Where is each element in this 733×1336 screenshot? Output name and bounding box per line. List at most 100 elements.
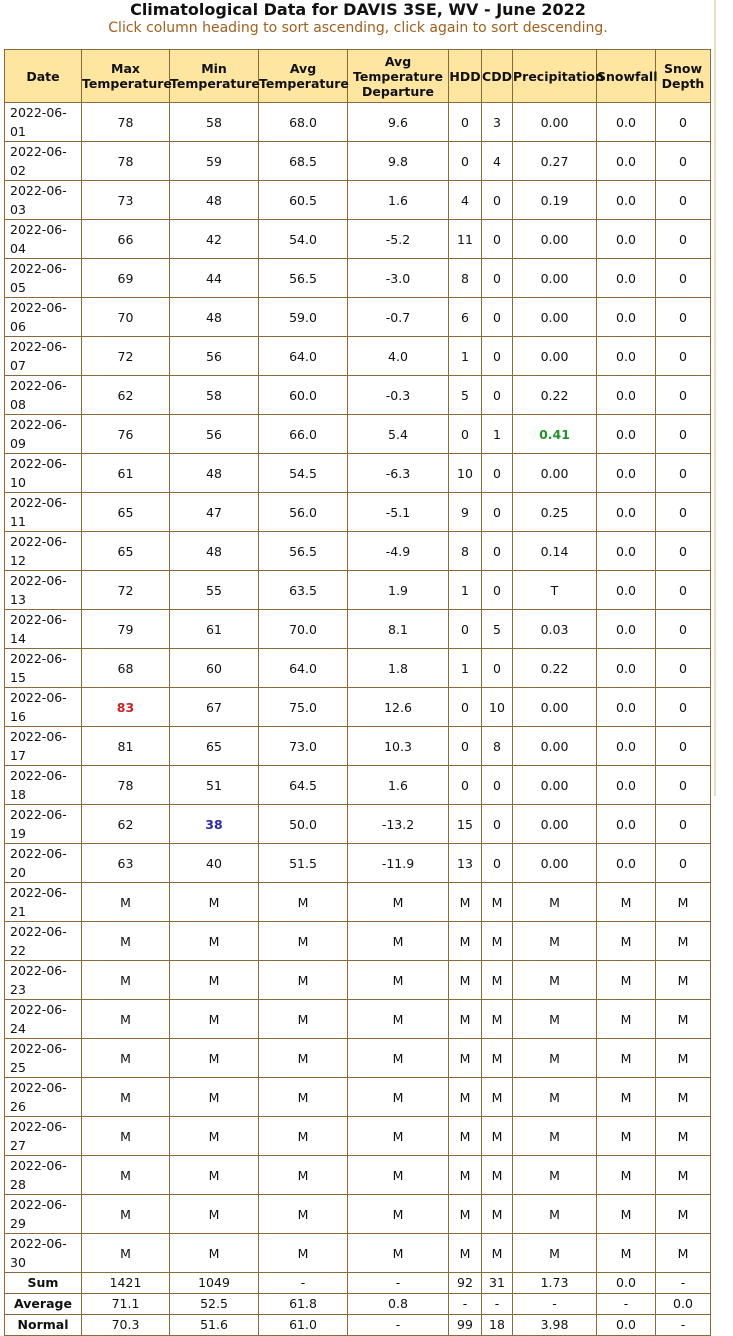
cell-avg-temperature-departure: M <box>347 1038 449 1078</box>
cell-avg-temperature: M <box>258 1233 348 1273</box>
cell-avg-temperature-departure: 5.4 <box>347 414 449 454</box>
cell-date: 2022-06-23 <box>4 960 82 1000</box>
cell-avg-temperature: M <box>258 1038 348 1078</box>
cell-hdd: M <box>448 1038 482 1078</box>
column-header-avg-temperature-departure[interactable]: Avg Temperature Departure <box>347 49 449 103</box>
cell-hdd: 1 <box>448 570 482 610</box>
cell-avg-temperature-departure: -4.9 <box>347 531 449 571</box>
cell-max-temperature: M <box>81 1038 170 1078</box>
column-header-hdd[interactable]: HDD <box>448 49 482 103</box>
cell-precipitation: M <box>512 1116 597 1156</box>
cell-avg-temperature-departure: 12.6 <box>347 687 449 727</box>
cell-date: 2022-06-02 <box>4 141 82 181</box>
cell-snow-depth: 0 <box>655 492 711 532</box>
cell-snow-depth: 0 <box>655 726 711 766</box>
normal-row: Normal 70.3 51.6 61.0-99 18 3.98 0.0- <box>4 1313 711 1336</box>
column-header-line: Snow <box>663 61 703 76</box>
column-header-cdd[interactable]: CDD <box>481 49 513 103</box>
climate-table: Date Max Temperature Min Temperature Avg Tempe… <box>4 49 711 1336</box>
cell-snowfall: 0.0 <box>596 648 656 688</box>
cell-cdd: 8 <box>481 726 513 766</box>
cell-hdd: 6 <box>448 297 482 337</box>
cell-snow-depth: M <box>655 1233 711 1273</box>
cell-max-temperature: 72 <box>81 570 170 610</box>
table-row: 2022-06-25 M M M M M M M M M <box>4 1038 711 1078</box>
cell-precipitation: 0.00 <box>512 219 597 259</box>
cell-avg-temperature-departure: M <box>347 921 449 961</box>
cell-precipitation: M <box>512 882 597 922</box>
cell-precipitation: 0.00 <box>512 765 597 805</box>
cell-cdd: 0 <box>481 180 513 220</box>
cell-cdd: M <box>481 882 513 922</box>
cell-snowfall: M <box>596 1077 656 1117</box>
cell-avg-temperature: 73.0 <box>258 726 348 766</box>
summary-cell-max-temperature: 70.3 <box>81 1313 170 1336</box>
cell-date: 2022-06-01 <box>4 102 82 142</box>
cell-hdd: 0 <box>448 609 482 649</box>
cell-snow-depth: M <box>655 999 711 1039</box>
cell-snow-depth: 0 <box>655 609 711 649</box>
cell-precipitation: M <box>512 1077 597 1117</box>
cell-min-temperature: M <box>169 1116 259 1156</box>
cell-avg-temperature-departure: M <box>347 960 449 1000</box>
cell-cdd: M <box>481 1194 513 1234</box>
cell-snowfall: M <box>596 1155 656 1195</box>
cell-avg-temperature-departure: -3.0 <box>347 258 449 298</box>
cell-min-temperature: 48 <box>169 531 259 571</box>
summary-cell-min-temperature: 52.5 <box>169 1292 259 1315</box>
column-header-line: Departure <box>362 83 434 99</box>
column-header-date[interactable]: Date <box>4 49 82 103</box>
cell-cdd: M <box>481 1077 513 1117</box>
table-row: 2022-06-07 72 56 64.0 4.0 1 0 0.00 0.0 0 <box>4 336 711 376</box>
cell-snowfall: 0.0 <box>596 531 656 571</box>
column-header-avg-temperature[interactable]: Avg Temperature <box>258 49 349 103</box>
summary-cell-hdd: 92 <box>448 1272 482 1294</box>
cell-snow-depth: M <box>655 1038 711 1078</box>
table-row: 2022-06-10 61 48 54.5 -6.3 10 0 0.00 0.0 0 <box>4 453 711 493</box>
cell-hdd: M <box>448 960 482 1000</box>
cell-date: 2022-06-29 <box>4 1194 82 1234</box>
cell-min-temperature: 48 <box>169 453 259 493</box>
cell-cdd: 0 <box>481 453 513 493</box>
cell-cdd: 0 <box>481 843 513 883</box>
cell-min-temperature: 38 <box>169 804 259 844</box>
summary-cell-hdd: - <box>448 1292 482 1315</box>
cell-avg-temperature-departure: M <box>347 1077 449 1117</box>
cell-snow-depth: 0 <box>655 687 711 727</box>
column-header-min-temperature[interactable]: Min Temperature <box>169 49 260 103</box>
cell-precipitation: 0.14 <box>512 531 597 571</box>
cell-snow-depth: M <box>655 1194 711 1234</box>
cell-snow-depth: M <box>655 1077 711 1117</box>
column-header-line: Temperature <box>259 76 349 91</box>
column-header-line: Avg <box>384 53 412 69</box>
cell-hdd: M <box>448 1233 482 1273</box>
column-header-line: Max <box>111 61 140 76</box>
table-row: 2022-06-13 72 55 63.5 1.9 1 0 T 0.0 0 <box>4 570 711 610</box>
cell-hdd: M <box>448 1077 482 1117</box>
cell-avg-temperature: 70.0 <box>258 609 348 649</box>
cell-snow-depth: M <box>655 960 711 1000</box>
column-header-precipitation[interactable]: Precipitation <box>512 49 604 103</box>
table-row: 2022-06-26 M M M M M M M M M <box>4 1077 711 1117</box>
cell-avg-temperature: 66.0 <box>258 414 348 454</box>
cell-avg-temperature-departure: 9.8 <box>347 141 449 181</box>
cell-date: 2022-06-16 <box>4 687 82 727</box>
average-row: Average 71.1 52.5 61.8 0.8- - - -0.0 <box>4 1292 711 1315</box>
cell-snow-depth: 0 <box>655 180 711 220</box>
cell-cdd: 0 <box>481 297 513 337</box>
cell-avg-temperature-departure: 8.1 <box>347 609 449 649</box>
cell-snow-depth: 0 <box>655 804 711 844</box>
summary-cell-snow-depth: 0.0 <box>655 1292 711 1315</box>
cell-date: 2022-06-07 <box>4 336 82 376</box>
cell-precipitation: 0.00 <box>512 726 597 766</box>
cell-min-temperature: 51 <box>169 765 259 805</box>
cell-date: 2022-06-11 <box>4 492 82 532</box>
cell-cdd: M <box>481 921 513 961</box>
column-header-snowfall[interactable]: Snowfall <box>596 49 657 103</box>
cell-date: 2022-06-21 <box>4 882 82 922</box>
column-header-snow-depth[interactable]: Snow Depth <box>655 49 711 103</box>
column-header-max-temperature[interactable]: Max Temperature <box>81 49 172 103</box>
cell-avg-temperature-departure: -0.7 <box>347 297 449 337</box>
cell-snowfall: 0.0 <box>596 141 656 181</box>
cell-precipitation: M <box>512 1038 597 1078</box>
